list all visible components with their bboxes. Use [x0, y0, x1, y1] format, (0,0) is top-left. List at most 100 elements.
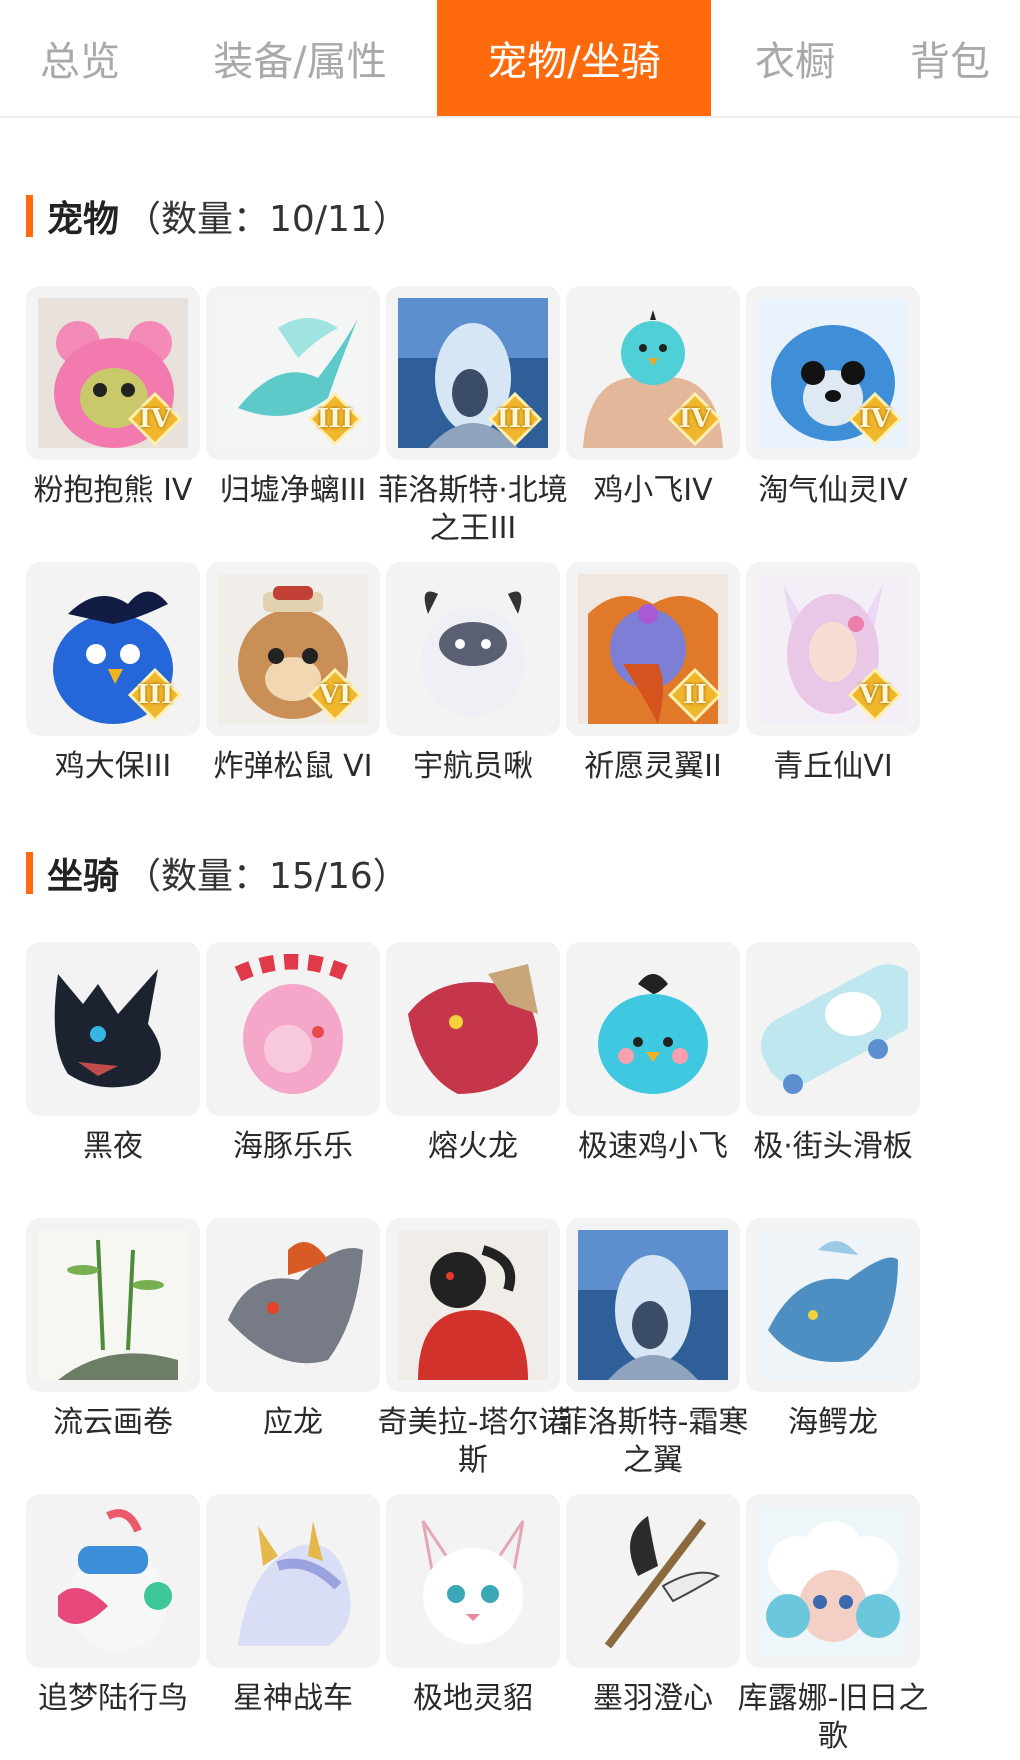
- mount-item[interactable]: 奇美拉-塔尔诺斯: [372, 1218, 574, 1480]
- mount-item[interactable]: 菲洛斯特-霜寒之翼: [552, 1218, 754, 1480]
- chimera-icon: [398, 1230, 548, 1380]
- mount-card[interactable]: [26, 1494, 200, 1668]
- pet-card[interactable]: III: [26, 562, 200, 736]
- pet-card[interactable]: [386, 562, 560, 736]
- mount-card[interactable]: [746, 1494, 920, 1668]
- tier-label: III: [316, 404, 354, 434]
- mount-name: 星神战车: [233, 1681, 353, 1716]
- pet-item[interactable]: II 祈愿灵翼II: [552, 562, 754, 786]
- mount-name: 熔火龙: [428, 1129, 518, 1164]
- pet-card[interactable]: VI: [206, 562, 380, 736]
- blue-chick-icon: [578, 954, 728, 1104]
- mount-card[interactable]: [386, 1494, 560, 1668]
- black-dragon-icon: [38, 954, 188, 1104]
- mount-name: 库露娜-旧日之歌: [737, 1681, 929, 1754]
- mount-name: 奇美拉-塔尔诺斯: [377, 1405, 569, 1478]
- ice-knight-icon: [578, 1230, 728, 1380]
- mount-card[interactable]: [26, 942, 200, 1116]
- astronaut-cow-icon: [398, 574, 548, 724]
- mount-name: 极·街头滑板: [753, 1129, 913, 1164]
- tier-badge-icon: IV: [127, 391, 183, 447]
- pet-item[interactable]: IV 粉抱抱熊 IV: [12, 286, 214, 510]
- white-fox-icon: [398, 1506, 548, 1656]
- tab-backpack[interactable]: 背包: [880, 0, 1020, 116]
- tier-badge-icon: III: [127, 667, 183, 723]
- pet-card[interactable]: II: [566, 562, 740, 736]
- pet-card[interactable]: IV: [26, 286, 200, 460]
- mount-name: 墨羽澄心: [593, 1681, 713, 1716]
- pet-name: 青丘仙VI: [773, 749, 893, 784]
- pet-card[interactable]: III: [386, 286, 560, 460]
- mount-card[interactable]: [386, 1218, 560, 1392]
- pet-item[interactable]: IV 淘气仙灵IV: [732, 286, 934, 510]
- tier-label: VI: [858, 680, 892, 710]
- mount-card[interactable]: [746, 1218, 920, 1392]
- pet-name: 鸡大保III: [54, 749, 172, 784]
- red-dragon-icon: [398, 954, 548, 1104]
- mount-item[interactable]: 海豚乐乐: [192, 942, 394, 1166]
- pet-item[interactable]: VI 青丘仙VI: [732, 562, 934, 786]
- mount-card[interactable]: [566, 1494, 740, 1668]
- mount-item[interactable]: 星神战车: [192, 1494, 394, 1718]
- pet-card[interactable]: III: [206, 286, 380, 460]
- mount-item[interactable]: 应龙: [192, 1218, 394, 1442]
- mount-item[interactable]: 极地灵貂: [372, 1494, 574, 1718]
- mount-name: 极速鸡小飞: [578, 1129, 728, 1164]
- pet-name: 宇航员啾: [413, 749, 533, 784]
- mount-item[interactable]: 流云画卷: [12, 1218, 214, 1442]
- mount-name: 极地灵貂: [413, 1681, 533, 1716]
- pets-count: （数量：10/11）: [125, 199, 409, 240]
- mount-item[interactable]: 极速鸡小飞: [552, 942, 754, 1166]
- pet-card[interactable]: IV: [566, 286, 740, 460]
- pet-name: 淘气仙灵IV: [758, 473, 908, 508]
- tier-badge-icon: VI: [847, 667, 903, 723]
- mount-card[interactable]: [566, 942, 740, 1116]
- tab-wardrobe[interactable]: 衣橱: [720, 0, 870, 116]
- tab-overview[interactable]: 总览: [0, 0, 160, 116]
- mount-card[interactable]: [386, 942, 560, 1116]
- mount-card[interactable]: [26, 1218, 200, 1392]
- pet-card[interactable]: VI: [746, 562, 920, 736]
- pet-name: 菲洛斯特·北境之王III: [378, 473, 568, 546]
- tier-badge-icon: IV: [667, 391, 723, 447]
- mount-card[interactable]: [746, 942, 920, 1116]
- pet-item[interactable]: 宇航员啾: [372, 562, 574, 786]
- mount-item[interactable]: 追梦陆行鸟: [12, 1494, 214, 1718]
- headphone-bird-icon: [38, 1506, 188, 1656]
- pet-name: 归墟净螭III: [219, 473, 367, 508]
- mount-item[interactable]: 库露娜-旧日之歌: [732, 1494, 934, 1756]
- mount-name: 海豚乐乐: [233, 1129, 353, 1164]
- gray-dragon-icon: [218, 1230, 368, 1380]
- tab-pets-mounts[interactable]: 宠物/坐骑: [437, 0, 711, 116]
- mount-name: 菲洛斯特-霜寒之翼: [557, 1405, 749, 1478]
- mount-item[interactable]: 黑夜: [12, 942, 214, 1166]
- mount-card[interactable]: [206, 1494, 380, 1668]
- pet-item[interactable]: III 归墟净螭III: [192, 286, 394, 510]
- pink-dolphin-icon: [218, 954, 368, 1104]
- pet-item[interactable]: III 菲洛斯特·北境之王III: [372, 286, 574, 548]
- mount-card[interactable]: [206, 942, 380, 1116]
- pet-item[interactable]: III 鸡大保III: [12, 562, 214, 786]
- mount-name: 追梦陆行鸟: [38, 1681, 188, 1716]
- tier-badge-icon: IV: [847, 391, 903, 447]
- tier-label: IV: [858, 404, 892, 434]
- feather-sword-icon: [578, 1506, 728, 1656]
- mounts-count: （数量：15/16）: [125, 856, 409, 897]
- mount-item[interactable]: 海鳄龙: [732, 1218, 934, 1442]
- mount-card[interactable]: [206, 1218, 380, 1392]
- sea-dragon-icon: [758, 1230, 908, 1380]
- tier-label: VI: [318, 680, 352, 710]
- tab-equipment[interactable]: 装备/属性: [170, 0, 430, 116]
- mount-card[interactable]: [566, 1218, 740, 1392]
- tier-label: IV: [678, 404, 712, 434]
- pet-item[interactable]: VI 炸弹松鼠 VI: [192, 562, 394, 786]
- tier-badge-icon: VI: [307, 667, 363, 723]
- mount-item[interactable]: 熔火龙: [372, 942, 574, 1166]
- tier-badge-icon: II: [667, 667, 723, 723]
- pet-item[interactable]: IV 鸡小飞IV: [552, 286, 754, 510]
- mount-item[interactable]: 极·街头滑板: [732, 942, 934, 1166]
- tier-badge-icon: III: [307, 391, 363, 447]
- pet-card[interactable]: IV: [746, 286, 920, 460]
- mount-item[interactable]: 墨羽澄心: [552, 1494, 754, 1718]
- cloud-sheep-icon: [758, 1506, 908, 1656]
